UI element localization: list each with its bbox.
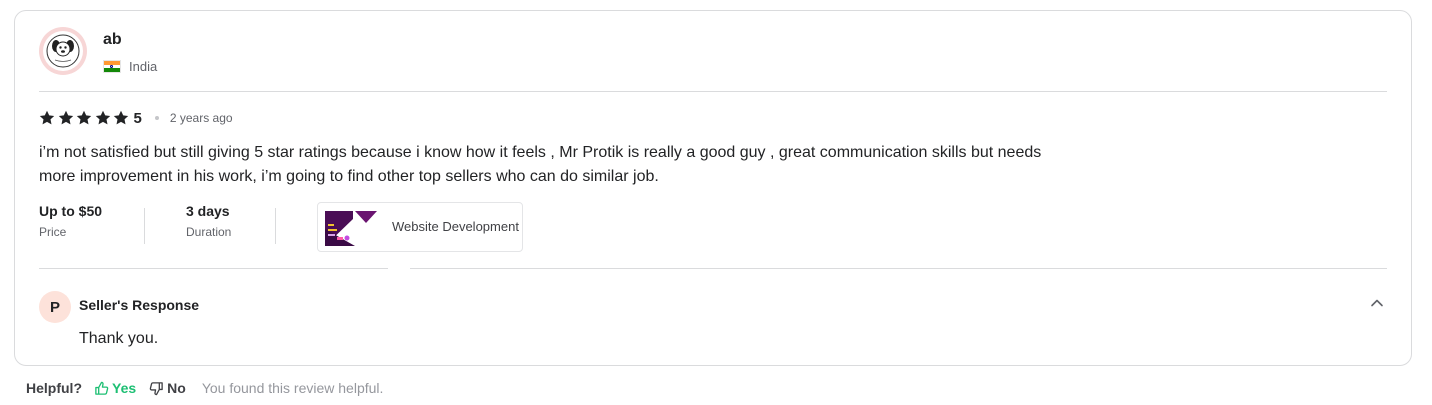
gig-thumbnail xyxy=(325,211,377,246)
price-block: Up to $50 Price xyxy=(39,203,102,239)
duration-label: Duration xyxy=(186,225,232,239)
separator-dot xyxy=(154,116,159,120)
rating-row: 5 2 years ago xyxy=(39,109,233,127)
review-time: 2 years ago xyxy=(169,111,233,125)
star-icon xyxy=(76,110,92,125)
duration-block: 3 days Duration xyxy=(186,203,231,239)
seller-response-title: Seller's Response xyxy=(79,297,200,313)
star-icon xyxy=(39,110,55,125)
gig-title: Website Development xyxy=(392,219,519,234)
thumbs-down-icon xyxy=(149,381,163,395)
helpful-yes-label: Yes xyxy=(112,380,137,396)
country-name: India xyxy=(129,59,158,74)
reviewer-avatar[interactable] xyxy=(39,27,87,75)
reviewer-country: India xyxy=(103,59,157,74)
star-icon xyxy=(58,110,73,125)
gig-card-pointer xyxy=(388,259,410,271)
meta-divider xyxy=(275,208,276,244)
helpful-feedback: You found this review helpful. xyxy=(201,380,384,396)
thumbs-up-icon xyxy=(95,381,109,395)
review-text-line: more improvement in his work, i’m going … xyxy=(39,168,659,185)
price-label: Price xyxy=(39,225,67,239)
response-divider xyxy=(39,268,1387,269)
gig-card[interactable]: Website Development xyxy=(317,202,523,252)
dog-logo-icon xyxy=(43,31,83,71)
header-divider xyxy=(39,91,1387,92)
review-text: i’m not satisfied but still giving 5 sta… xyxy=(39,141,1149,189)
rating-value: 5 xyxy=(133,109,142,127)
duration-value: 3 days xyxy=(186,203,230,219)
review-text-line: i’m not satisfied but still giving 5 sta… xyxy=(39,144,1042,161)
helpful-no-label: No xyxy=(167,380,186,396)
seller-avatar: P xyxy=(39,291,71,323)
chevron-up-icon[interactable] xyxy=(1369,295,1385,311)
helpful-no-button[interactable]: No xyxy=(149,380,186,396)
review-card: ab India 5 2 years ago i’m not satisfied… xyxy=(14,10,1412,366)
helpful-row: Helpful? Yes No You found this review he… xyxy=(26,378,383,398)
price-value: Up to $50 xyxy=(39,203,103,219)
star-icon xyxy=(95,110,110,125)
helpful-label: Helpful? xyxy=(26,380,82,396)
seller-response-message: Thank you. xyxy=(79,330,159,347)
india-flag-icon xyxy=(103,60,121,73)
star-icon xyxy=(113,110,129,125)
reviewer-name[interactable]: ab xyxy=(103,31,122,49)
helpful-yes-button[interactable]: Yes xyxy=(94,380,136,396)
meta-divider xyxy=(144,208,145,244)
